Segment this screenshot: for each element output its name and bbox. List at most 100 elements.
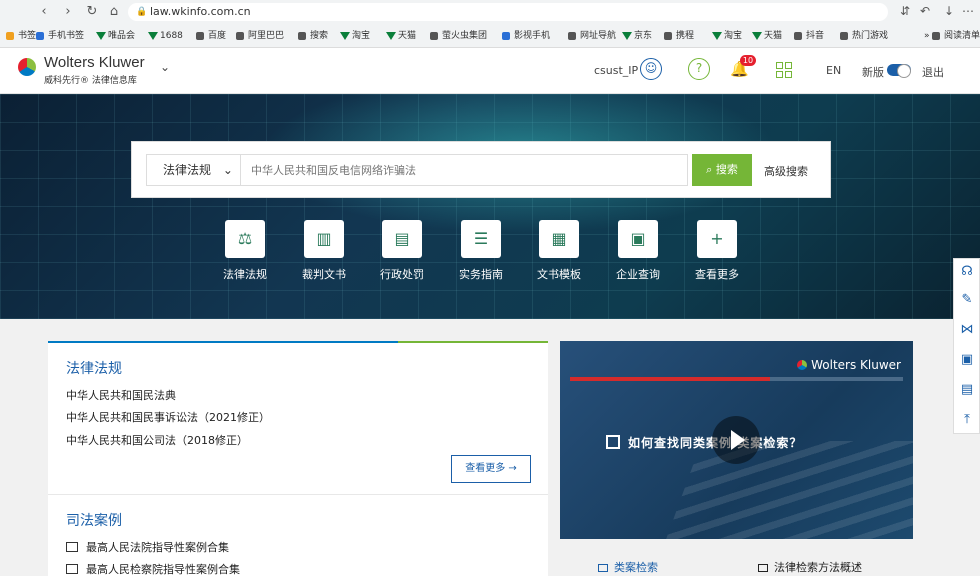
browser-chrome: ‹ › ↻ ⌂ 🔒 law.wkinfo.com.cn ⇵ ↶ ↓ ⋯ 书签 手机… (0, 0, 980, 48)
chevron-down-icon[interactable]: ⌄ (160, 60, 174, 74)
bookmark-item[interactable]: 1688 (148, 29, 183, 43)
card-top-accent (48, 341, 548, 343)
quick-link-1[interactable]: ▥ 裁判文书 (284, 220, 364, 282)
bookmark-item[interactable]: 唯品会 (96, 29, 135, 43)
floating-toolbar: ☊ ✎ ⋈ ▣ ▤ ⤒ (953, 258, 980, 434)
menu-icon[interactable]: ⋯ (962, 4, 974, 18)
video-progress-bar[interactable] (570, 377, 903, 381)
video-brand: Wolters Kluwer (797, 358, 901, 372)
quick-link-label: 裁判文书 (302, 268, 346, 281)
bookmark-item[interactable]: » (912, 29, 930, 43)
reload-icon[interactable]: ↻ (84, 4, 100, 20)
quick-link-0[interactable]: ⚖ 法律法规 (205, 220, 285, 282)
law-item[interactable]: 中华人民共和国民法典 (66, 387, 176, 403)
advanced-search-link[interactable]: 高级搜索 (764, 163, 808, 179)
list-icon: ☰ (461, 220, 501, 258)
quick-link-6[interactable]: + 查看更多 (677, 220, 757, 282)
cases-section-title[interactable]: 司法案例 (66, 510, 122, 530)
keyboard-decoration (658, 441, 913, 539)
browser-toolbar: ‹ › ↻ ⌂ 🔒 law.wkinfo.com.cn ⇵ ↶ ↓ ⋯ (0, 0, 980, 24)
language-switch[interactable]: EN (826, 64, 841, 77)
bookmark-item[interactable]: 网址导航 (568, 29, 616, 43)
bookmark-item[interactable]: 天猫 (386, 29, 416, 43)
qr-icon[interactable]: ▣ (958, 351, 976, 369)
law-item[interactable]: 中华人民共和国民事诉讼法（2021修正） (66, 409, 270, 425)
bookmark-item[interactable]: 萤火虫集团 (430, 29, 487, 43)
video-link-label: 类案检索 (614, 561, 658, 574)
bookmark-item[interactable]: 天猫 (752, 29, 782, 43)
user-name[interactable]: csust_IP (594, 64, 638, 77)
undo-icon[interactable]: ↶ (920, 4, 930, 18)
case-item[interactable]: 最高人民检察院指导性案例合集 (66, 561, 240, 577)
case-item[interactable]: 最高人民法院指导性案例合集 (66, 539, 229, 555)
hero-banner (0, 94, 980, 319)
search-button-label: 搜索 (715, 163, 738, 176)
view-more-button[interactable]: 查看更多 → (451, 455, 531, 483)
laws-section-title[interactable]: 法律法规 (66, 358, 122, 378)
headset-icon[interactable]: ☊ (958, 263, 976, 281)
logo-icon[interactable] (18, 58, 36, 76)
home-icon[interactable]: ⌂ (106, 4, 122, 20)
video-icon (758, 564, 768, 572)
bookmark-item[interactable]: 阿里巴巴 (236, 29, 284, 43)
quick-link-label: 法律法规 (223, 268, 267, 281)
video-link-label: 法律检索方法概述 (774, 561, 862, 574)
video-progress-fill (570, 377, 770, 381)
back-icon[interactable]: ‹ (36, 4, 52, 20)
play-icon[interactable] (712, 416, 760, 464)
bookmark-item[interactable]: 书签 (6, 29, 36, 43)
quick-link-3[interactable]: ☰ 实务指南 (441, 220, 521, 282)
tutorial-video[interactable]: Wolters Kluwer 如何查找同类案例/类案检索？ (560, 341, 913, 539)
search-category-label: 法律法规 (163, 163, 212, 177)
chevron-down-icon: ⌄ (222, 163, 233, 177)
address-bar[interactable]: 🔒 law.wkinfo.com.cn (128, 3, 888, 21)
chart-icon: ▥ (304, 220, 344, 258)
help-icon[interactable]: ? (688, 58, 710, 80)
bookmark-item[interactable]: 搜索 (298, 29, 328, 43)
new-version-toggle[interactable] (887, 64, 911, 78)
search-category-select[interactable]: 法律法规 ⌄ (146, 154, 240, 186)
feedback-icon[interactable]: ✎ (958, 291, 976, 309)
bookmark-item[interactable]: 影视手机 (502, 29, 550, 43)
logout-link[interactable]: 退出 (922, 64, 944, 80)
bookmarks-bar: 书签 手机书签 唯品会 1688 百度 阿里巴巴 搜索 淘宝 天猫 萤火虫集团 影视手机 网址导航 京东… (0, 26, 980, 46)
forward-icon[interactable]: › (60, 4, 76, 20)
brand-name[interactable]: Wolters Kluwer (44, 54, 145, 71)
search-button[interactable]: ⌕ 搜索 (692, 154, 752, 186)
bookmark-item[interactable]: 携程 (664, 29, 694, 43)
law-item[interactable]: 中华人民共和国公司法（2018修正） (66, 432, 248, 448)
quick-link-label: 实务指南 (459, 268, 503, 281)
scale-icon: ⚖ (225, 220, 265, 258)
bookmark-item[interactable]: 淘宝 (340, 29, 370, 43)
bookmark-item[interactable]: 京东 (622, 29, 652, 43)
notification-badge: 10 (740, 55, 756, 66)
bookmark-icon[interactable]: ▤ (958, 381, 976, 399)
search-panel: 法律法规 ⌄ ⌕ 搜索 高级搜索 (131, 141, 831, 198)
video-link-case-search[interactable]: 类案检索 (598, 559, 658, 575)
video-link-method[interactable]: 法律检索方法概述 (758, 559, 862, 575)
extensions-icon[interactable]: ⇵ (900, 4, 910, 18)
top-icon[interactable]: ⤒ (958, 411, 976, 429)
avatar-icon[interactable]: ☺ (640, 58, 662, 80)
bookmark-item[interactable]: 淘宝 (712, 29, 742, 43)
share-icon[interactable]: ⋈ (958, 321, 976, 339)
bookmark-item[interactable]: 热门游戏 (840, 29, 888, 43)
quick-link-label: 行政处罚 (380, 268, 424, 281)
search-icon: ⌕ (706, 163, 716, 176)
new-version-label: 新版 (862, 66, 884, 79)
quick-link-label: 查看更多 (695, 268, 739, 281)
apps-grid-icon[interactable] (776, 62, 792, 78)
bookmark-item[interactable]: 阅读清单 (932, 29, 980, 43)
lock-icon: 🔒 (136, 7, 148, 17)
quick-link-2[interactable]: ▤ 行政处罚 (362, 220, 442, 282)
quick-link-5[interactable]: ▣ 企业查询 (598, 220, 678, 282)
search-input[interactable] (240, 154, 688, 186)
bookmark-item[interactable]: 手机书签 (36, 29, 84, 43)
url-text: law.wkinfo.com.cn (150, 5, 251, 18)
bookmark-item[interactable]: 百度 (196, 29, 226, 43)
download-icon[interactable]: ↓ (944, 4, 954, 18)
quick-link-label: 企业查询 (616, 268, 660, 281)
document-icon: ▤ (382, 220, 422, 258)
quick-link-4[interactable]: ▦ 文书模板 (519, 220, 599, 282)
bookmark-item[interactable]: 抖音 (794, 29, 824, 43)
